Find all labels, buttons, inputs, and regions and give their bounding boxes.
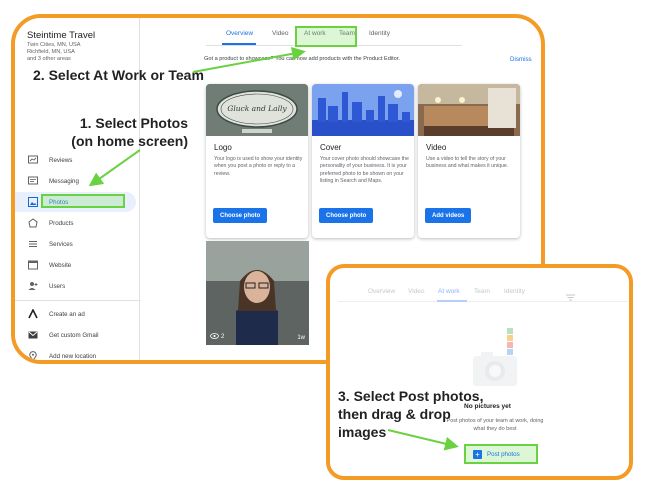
sidebar-item-label: Add new location bbox=[49, 352, 97, 360]
step-2-callout: 2. Select At Work or Team bbox=[33, 67, 204, 83]
products-icon bbox=[28, 218, 38, 228]
users-icon bbox=[28, 281, 38, 291]
sidebar-item-gmail[interactable]: Get custom Gmail bbox=[15, 325, 140, 345]
at-work-team-highlight-box bbox=[295, 26, 357, 47]
choose-logo-button[interactable]: Choose photo bbox=[213, 208, 268, 223]
tab-at-work[interactable]: At work bbox=[438, 288, 460, 295]
choose-cover-button[interactable]: Choose photo bbox=[319, 208, 374, 223]
logo-card: Gluck and Lally Logo Your logo is used t… bbox=[206, 84, 308, 238]
active-tab-indicator bbox=[222, 43, 256, 45]
eye-icon bbox=[210, 333, 219, 341]
camera-placeholder-icon bbox=[471, 328, 521, 393]
add-videos-button[interactable]: Add videos bbox=[425, 208, 472, 223]
cover-image bbox=[312, 84, 414, 136]
tab-video[interactable]: Video bbox=[272, 30, 289, 37]
sidebar-item-add-location[interactable]: Add new location bbox=[15, 346, 140, 360]
step-3-text: 3. Select Post photos, then drag & drop … bbox=[338, 388, 484, 440]
card-description: Your cover photo should showcase the per… bbox=[320, 156, 409, 185]
business-name: Steintime Travel bbox=[27, 30, 96, 41]
logo-image: Gluck and Lally bbox=[206, 84, 308, 136]
tab-team[interactable]: Team bbox=[474, 288, 490, 295]
tab-video[interactable]: Video bbox=[408, 288, 425, 295]
services-icon bbox=[28, 239, 38, 249]
messaging-icon bbox=[28, 176, 38, 186]
card-description: Your logo is used to show your identity … bbox=[214, 156, 303, 177]
sidebar-item-create-ad[interactable]: Create an ad bbox=[15, 304, 140, 324]
business-address: Twin Cities, MN, USA Richfield, MN, USA … bbox=[27, 42, 81, 62]
tab-identity[interactable]: Identity bbox=[369, 30, 390, 37]
product-editor-banner: Got a product to showcase? You can now a… bbox=[204, 56, 400, 62]
step-1-callout: 1. Select Photos (on home screen) bbox=[71, 115, 188, 149]
sidebar-item-label: Create an ad bbox=[49, 310, 85, 318]
tab-overview[interactable]: Overview bbox=[226, 30, 253, 37]
tab-overview[interactable]: Overview bbox=[368, 288, 395, 295]
photo-age: 1w bbox=[297, 335, 305, 341]
sidebar-item-label: Get custom Gmail bbox=[49, 331, 99, 339]
card-description: Use a video to tell the story of your bu… bbox=[426, 156, 509, 170]
sidebar-item-label: Services bbox=[49, 240, 73, 248]
card-title: Cover bbox=[320, 143, 342, 152]
sidebar-item-label: Products bbox=[49, 219, 74, 227]
post-photos-button[interactable]: + Post photos bbox=[464, 444, 538, 464]
sidebar-divider bbox=[15, 300, 140, 301]
uploaded-photo-tile[interactable]: 2 1w bbox=[206, 241, 309, 345]
website-icon bbox=[28, 260, 38, 270]
gmail-icon bbox=[28, 330, 38, 340]
sidebar-item-users[interactable]: Users bbox=[15, 276, 140, 296]
sidebar-item-label: Messaging bbox=[49, 177, 79, 185]
sidebar-item-messaging[interactable]: Messaging bbox=[15, 171, 140, 191]
sidebar-item-products[interactable]: Products bbox=[15, 213, 140, 233]
filter-icon[interactable] bbox=[566, 288, 575, 306]
sidebar-item-label: Reviews bbox=[49, 156, 73, 164]
sidebar-item-label: Users bbox=[49, 282, 66, 290]
photo-view-count: 2 bbox=[210, 333, 224, 341]
views-value: 2 bbox=[221, 334, 225, 340]
photos-highlight-box bbox=[41, 194, 125, 208]
reviews-icon bbox=[28, 155, 38, 165]
at-work-tabs: Overview Video At work Team Identity bbox=[338, 280, 628, 302]
at-work-screenshot-panel: Overview Video At work Team Identity No … bbox=[326, 264, 633, 480]
active-tab-indicator bbox=[437, 300, 467, 302]
video-card: Video Use a video to tell the story of y… bbox=[418, 84, 520, 238]
logo-sign-text: Gluck and Lally bbox=[227, 104, 287, 113]
post-photos-label: Post photos bbox=[487, 450, 520, 458]
sidebar-item-reviews[interactable]: Reviews bbox=[15, 150, 140, 170]
add-icon: + bbox=[473, 449, 482, 459]
location-icon bbox=[28, 351, 38, 360]
card-title: Video bbox=[426, 143, 447, 152]
ads-icon bbox=[28, 309, 38, 319]
video-thumbnail bbox=[418, 84, 520, 136]
photos-icon bbox=[28, 197, 38, 207]
card-title: Logo bbox=[214, 143, 232, 152]
tab-identity[interactable]: Identity bbox=[504, 288, 525, 295]
sidebar-item-label: Website bbox=[49, 261, 72, 269]
dismiss-link[interactable]: Dismiss bbox=[510, 56, 532, 63]
step-3-callout: 3. Select Post photos, then drag & drop … bbox=[338, 387, 498, 441]
sidebar-item-website[interactable]: Website bbox=[15, 255, 140, 275]
cover-card: Cover Your cover photo should showcase t… bbox=[312, 84, 414, 238]
sidebar-item-services[interactable]: Services bbox=[15, 234, 140, 254]
